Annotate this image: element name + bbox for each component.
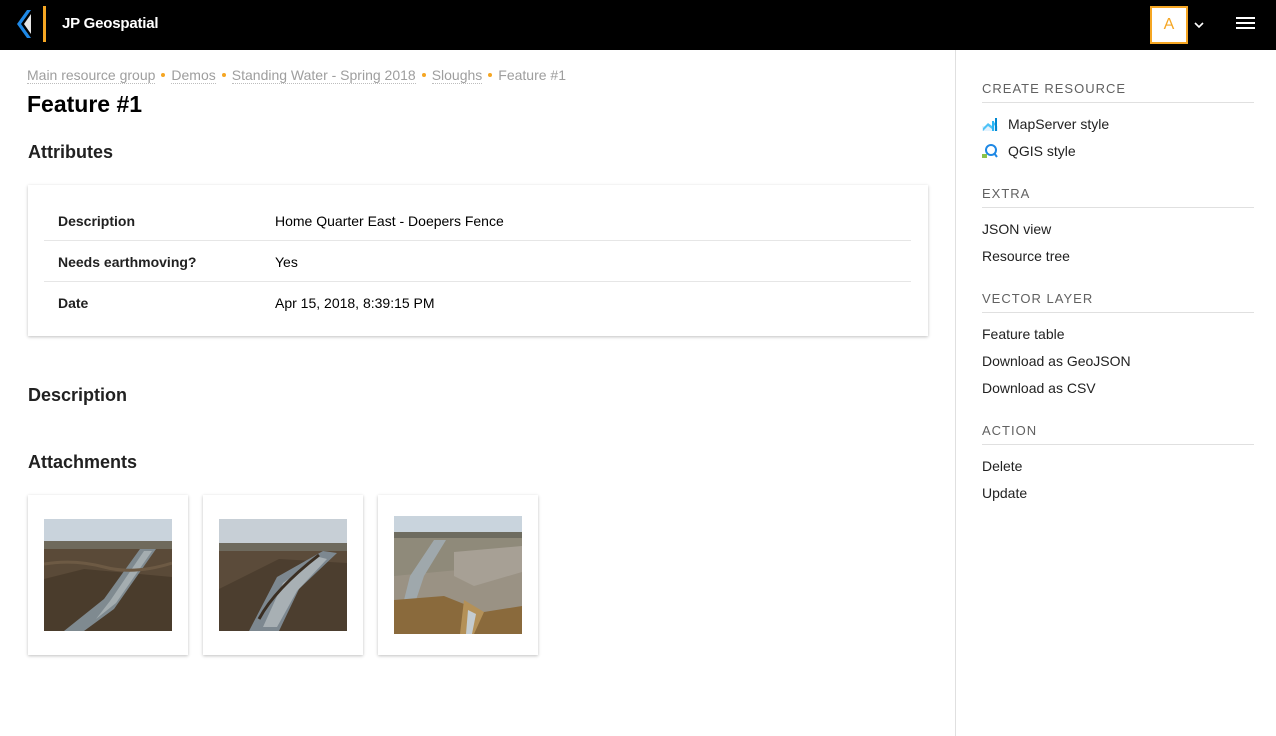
menu-icon[interactable] <box>1236 15 1260 35</box>
qgis-style-icon <box>982 144 998 158</box>
sidebar-item-label: QGIS style <box>1008 143 1076 159</box>
sidebar-heading-create-resource: CREATE RESOURCE <box>982 81 1254 103</box>
sidebar-heading-vector-layer: VECTOR LAYER <box>982 291 1254 313</box>
app-logo-icon[interactable] <box>17 10 33 38</box>
attribute-key: Description <box>58 213 136 229</box>
attribute-row: Date Apr 15, 2018, 8:39:15 PM <box>44 282 911 323</box>
breadcrumb-separator <box>421 72 426 77</box>
breadcrumb-sloughs[interactable]: Sloughs <box>431 67 483 84</box>
attachment-thumbnail[interactable] <box>28 495 188 655</box>
breadcrumb-separator <box>221 72 226 77</box>
page-title: Feature #1 <box>27 91 143 117</box>
sidebar-heading-extra: EXTRA <box>982 186 1254 208</box>
breadcrumb-separator <box>488 72 493 77</box>
breadcrumb-current: Feature #1 <box>498 67 566 83</box>
sidebar-item-resource-tree[interactable]: Resource tree <box>982 248 1070 264</box>
sidebar-item-feature-table[interactable]: Feature table <box>982 326 1065 342</box>
attribute-key: Date <box>58 295 89 311</box>
sidebar-item-delete[interactable]: Delete <box>982 458 1022 474</box>
attachments-heading: Attachments <box>28 452 138 472</box>
attachment-photo <box>219 519 347 631</box>
attribute-value: Yes <box>275 254 298 270</box>
breadcrumb: Main resource group Demos Standing Water -… <box>27 67 566 84</box>
attachment-photo <box>44 519 172 631</box>
chevron-down-icon[interactable] <box>1192 18 1206 32</box>
sidebar-item-label: MapServer style <box>1008 116 1110 132</box>
description-heading: Description <box>28 385 128 405</box>
sidebar-item-update[interactable]: Update <box>982 485 1027 501</box>
sidebar-item-qgis-style[interactable]: QGIS style <box>982 143 1076 159</box>
mapserver-style-icon <box>982 118 998 131</box>
sidebar-heading-action: ACTION <box>982 423 1254 445</box>
attachment-thumbnail[interactable] <box>378 495 538 655</box>
right-sidebar: CREATE RESOURCE MapServer style QGIS sty… <box>955 50 1276 736</box>
sidebar-item-mapserver-style[interactable]: MapServer style <box>982 116 1109 132</box>
sidebar-item-download-geojson[interactable]: Download as GeoJSON <box>982 353 1131 369</box>
user-avatar[interactable]: A <box>1150 6 1188 44</box>
top-header: JP Geospatial A <box>0 0 1276 50</box>
attachment-thumbnail[interactable] <box>203 495 363 655</box>
sidebar-item-download-csv[interactable]: Download as CSV <box>982 380 1096 396</box>
attribute-value: Home Quarter East - Doepers Fence <box>275 213 504 229</box>
attributes-card: Description Home Quarter East - Doepers … <box>28 185 928 336</box>
sidebar-item-json-view[interactable]: JSON view <box>982 221 1051 237</box>
attribute-value: Apr 15, 2018, 8:39:15 PM <box>275 295 435 311</box>
attribute-row: Needs earthmoving? Yes <box>44 241 911 282</box>
attributes-heading: Attributes <box>28 142 113 162</box>
attachment-photo <box>394 516 522 634</box>
attribute-key: Needs earthmoving? <box>58 254 197 270</box>
app-title[interactable]: JP Geospatial <box>62 15 159 32</box>
logo-divider <box>43 6 46 42</box>
breadcrumb-demos[interactable]: Demos <box>171 67 216 84</box>
breadcrumb-separator <box>161 72 166 77</box>
attribute-row: Description Home Quarter East - Doepers … <box>44 200 911 241</box>
breadcrumb-main-resource-group[interactable]: Main resource group <box>27 67 156 84</box>
breadcrumb-standing-water[interactable]: Standing Water - Spring 2018 <box>231 67 416 84</box>
